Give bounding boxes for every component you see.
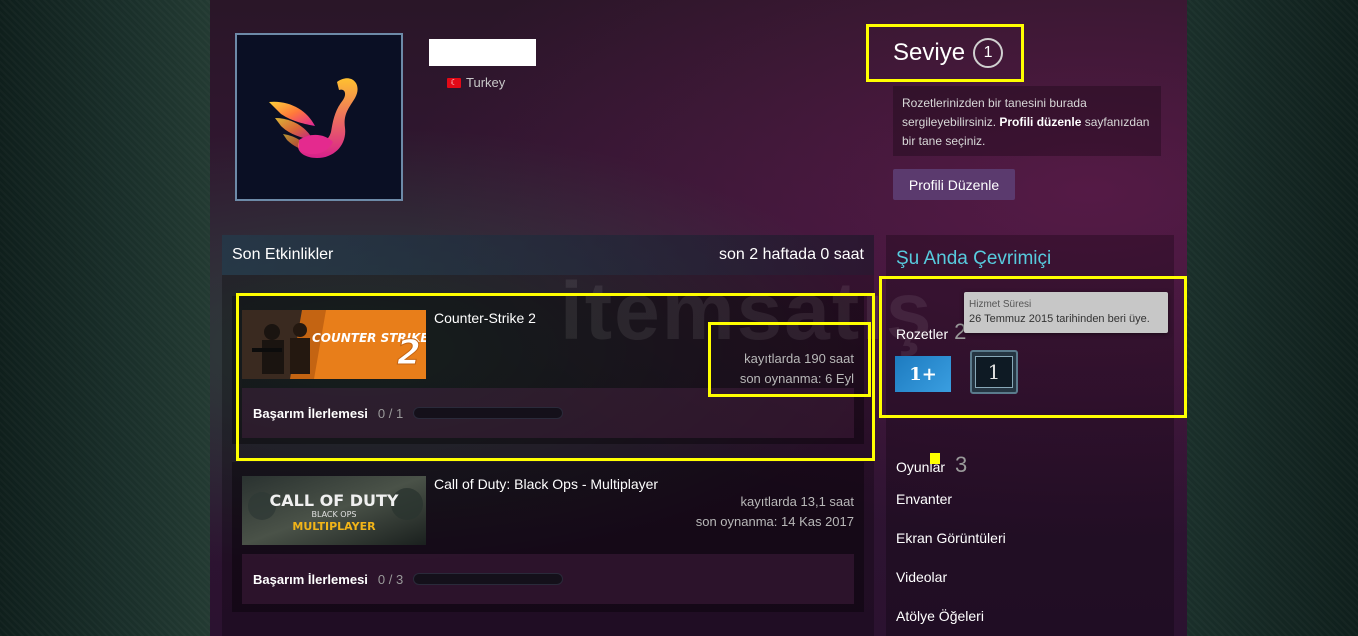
cod-capsule-mode: MULTIPLAYER [292,520,376,533]
country-label: Turkey [466,75,506,90]
sidebar-link-workshop[interactable]: Atölye Öğeleri [896,608,984,624]
achievement-progress-row[interactable]: Başarım İlerlemesi 0 / 3 [242,554,854,604]
turkey-flag-icon: ☾ [447,77,461,88]
game-card-top: CALL OF DUTY BLACK OPS MULTIPLAYER Call … [232,462,864,545]
sidebar-link-videos[interactable]: Videolar [896,569,947,585]
highlight-box-game-stats [708,322,871,397]
level-number: 1 [973,38,1004,68]
highlight-box-badges [879,276,1187,418]
profile-avatar[interactable] [235,33,403,201]
game-last-played: son oynanma: 14 Kas 2017 [695,514,854,529]
achievement-count: 0 / 3 [377,571,404,587]
swan-logo-icon [269,78,358,158]
sidebar-link-inventory[interactable]: Envanter [896,491,952,507]
achievement-label: Başarım İlerlemesi [253,571,368,587]
page-background-right [1187,0,1358,636]
achievement-progress-bar [413,573,564,585]
profile-name-redacted [429,39,536,66]
game-capsule-cod[interactable]: CALL OF DUTY BLACK OPS MULTIPLAYER [242,476,426,545]
games-count: 3 [955,452,968,477]
recent-activity-summary: son 2 haftada 0 saat [719,246,864,263]
profile-country: ☾ Turkey [447,75,505,90]
recent-activity-title[interactable]: Son Etkinlikler [232,246,333,264]
page-background-left [0,0,210,636]
level-indicator: Seviye 1 [866,24,1024,82]
game-card-cod: CALL OF DUTY BLACK OPS MULTIPLAYER Call … [232,462,864,612]
edit-profile-button[interactable]: Profili Düzenle [893,169,1015,200]
highlight-marker [930,453,940,464]
badge-showcase-info: Rozetlerinizden bir tanesini burada serg… [893,86,1161,156]
cod-capsule-subtitle: BLACK OPS [311,510,356,519]
game-stats-cod: kayıtlarda 13,1 saat son oynanma: 14 Kas… [696,492,854,532]
cod-capsule-title: CALL OF DUTY [270,491,399,510]
game-title-cod[interactable]: Call of Duty: Black Ops - Multiplayer [434,476,658,492]
level-label: Seviye [893,39,966,66]
badge-info-link[interactable]: Profili düzenle [999,115,1081,129]
sidebar-link-screenshots[interactable]: Ekran Görüntüleri [896,530,1006,546]
cod-capsule-image: CALL OF DUTY BLACK OPS MULTIPLAYER [242,476,426,545]
game-playtime: kayıtlarda 13,1 saat [740,494,854,509]
